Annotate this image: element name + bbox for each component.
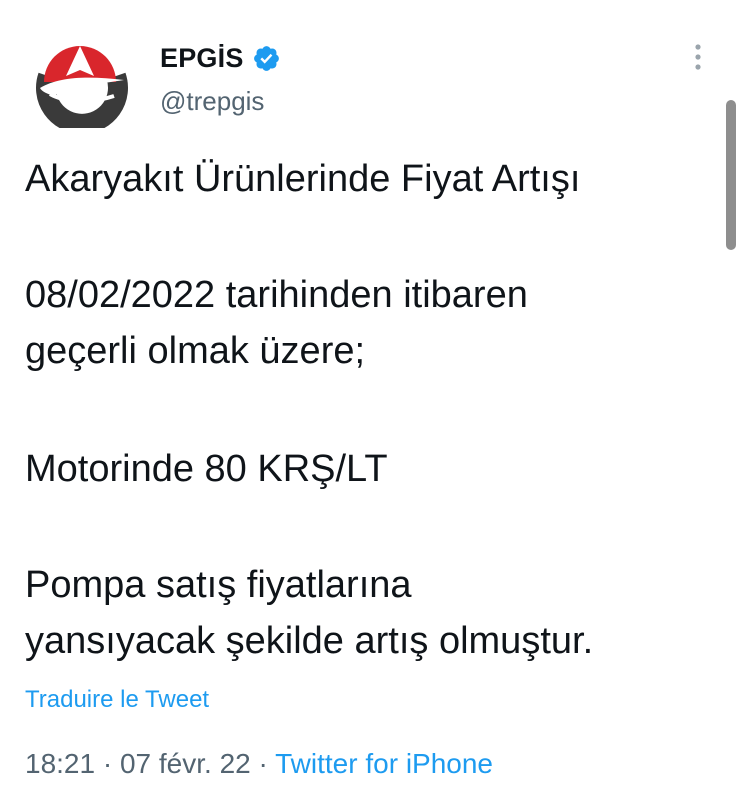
tweet-pump-line-1: Pompa satış fiyatlarına bbox=[25, 564, 412, 606]
meta-separator: · bbox=[250, 748, 276, 779]
tweet-meta: 18:21 · 07 févr. 22 · Twitter for iPhone bbox=[25, 748, 493, 780]
tweet-time[interactable]: 18:21 bbox=[25, 748, 95, 779]
author-block: EPGİS @trepgis bbox=[160, 40, 281, 117]
verified-badge-icon bbox=[253, 45, 279, 71]
name-row: EPGİS bbox=[160, 40, 281, 76]
epgis-logo-icon bbox=[36, 46, 128, 134]
tweet-diesel-line: Motorinde 80 KRŞ/LT bbox=[25, 448, 388, 490]
translate-tweet-link[interactable]: Traduire le Tweet bbox=[25, 686, 209, 714]
tweet-source-link[interactable]: Twitter for iPhone bbox=[275, 748, 493, 779]
meta-separator: · bbox=[95, 748, 120, 779]
tweet-date[interactable]: 07 févr. 22 bbox=[120, 748, 251, 779]
avatar[interactable] bbox=[30, 36, 130, 134]
tweet-date-line-1: 08/02/2022 tarihinden itibaren bbox=[25, 274, 528, 316]
display-name[interactable]: EPGİS bbox=[160, 43, 244, 74]
tweet-pump-line-2: yansıyacak şekilde artış olmuştur. bbox=[25, 620, 594, 662]
more-options-icon[interactable] bbox=[688, 40, 708, 74]
tweet-date-line-2: geçerli olmak üzere; bbox=[25, 330, 366, 372]
scrollbar[interactable] bbox=[726, 100, 736, 250]
tweet-card: EPGİS @trepgis Akaryakıt Ürünlerinde Fiy… bbox=[0, 0, 740, 801]
tweet-title: Akaryakıt Ürünlerinde Fiyat Artışı bbox=[25, 158, 581, 200]
handle[interactable]: @trepgis bbox=[160, 86, 281, 117]
